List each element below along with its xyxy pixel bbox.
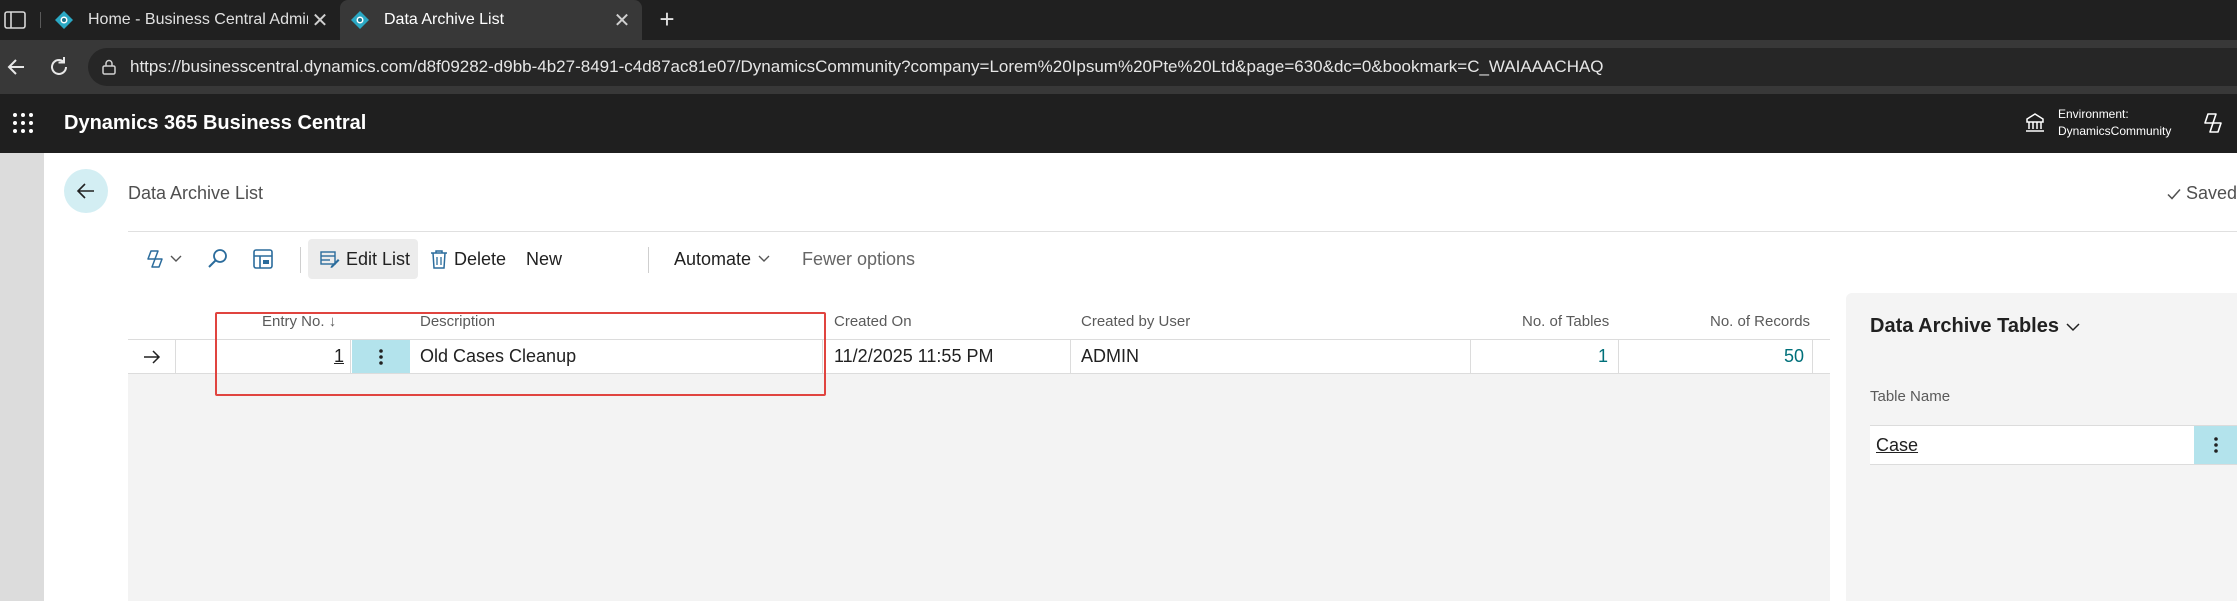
column-header-no-of-records[interactable]: No. of Records [1710, 313, 1810, 330]
url-field[interactable]: https://businesscentral.dynamics.com/d8f… [88, 48, 2237, 86]
delete-label: Delete [454, 248, 507, 269]
page-title: Data Archive List [128, 183, 264, 203]
tab-actions-icon[interactable] [4, 10, 26, 30]
checkmark-icon [2167, 188, 2181, 200]
cell-no-of-records[interactable]: 50 [1628, 340, 1804, 373]
cell-created-on[interactable]: 11/2/2025 11:55 PM [834, 340, 1064, 373]
url-text: https://businesscentral.dynamics.com/d8f… [130, 57, 1604, 76]
action-bar: Edit List Delete New Automate Fewer opti… [128, 233, 2237, 285]
back-arrow-icon[interactable] [2, 52, 32, 82]
factbox-row[interactable]: Case [1870, 425, 2237, 465]
environment-icon [2026, 113, 2044, 132]
browser-tab-strip: Home - Business Central Admin C ✕ Data A… [0, 0, 2237, 40]
close-tab-icon[interactable]: ✕ [308, 8, 332, 33]
environment-info[interactable]: Environment: DynamicsCommunity [2058, 106, 2171, 140]
tab-title: Data Archive List [384, 11, 505, 28]
factbox-data-archive-tables: Data Archive Tables Table Name Case [1846, 293, 2237, 601]
edit-list-button[interactable]: Edit List [308, 239, 418, 279]
divider [648, 247, 649, 273]
chevron-down-icon [2066, 322, 2080, 331]
tab-title: Home - Business Central Admin C [88, 11, 308, 28]
tab-data-archive-list[interactable]: Data Archive List ✕ [340, 0, 642, 40]
automate-menu-button[interactable]: Automate [674, 239, 774, 279]
address-bar: https://businesscentral.dynamics.com/d8f… [0, 40, 2237, 94]
fewer-options-button[interactable]: Fewer options [802, 239, 922, 279]
analysis-mode-button[interactable] [252, 239, 282, 279]
factbox-row-actions-menu[interactable] [2194, 426, 2237, 464]
tab-home-admin[interactable]: Home - Business Central Admin C ✕ [44, 0, 340, 40]
highlight-box [215, 312, 826, 396]
business-central-favicon-icon [351, 11, 369, 29]
edit-list-icon [320, 251, 340, 268]
new-button[interactable]: New [526, 239, 566, 279]
cell-divider [1812, 340, 1813, 373]
factbox-title-label: Data Archive Tables [1870, 315, 2059, 337]
factbox-column-header[interactable]: Table Name [1870, 388, 1950, 405]
edit-list-label: Edit List [346, 248, 411, 269]
copilot-suggestions-button[interactable] [144, 239, 188, 279]
environment-label: Environment: [2058, 107, 2129, 121]
back-arrow-icon [76, 183, 94, 199]
more-options-icon [2213, 437, 2218, 453]
divider [300, 247, 301, 273]
copilot-icon [147, 250, 163, 268]
cell-divider [1070, 340, 1071, 373]
chevron-down-icon [170, 255, 182, 262]
app-launcher-icon[interactable] [12, 112, 34, 134]
cell-created-by[interactable]: ADMIN [1081, 340, 1301, 373]
page-back-button[interactable] [64, 169, 108, 213]
factbox-title[interactable]: Data Archive Tables [1870, 315, 2081, 338]
column-header-no-of-tables[interactable]: No. of Tables [1522, 313, 1609, 330]
search-icon [208, 249, 227, 268]
app-bar: Dynamics 365 Business Central Environmen… [0, 94, 2237, 153]
environment-name: DynamicsCommunity [2058, 124, 2172, 138]
row-selector[interactable] [128, 340, 176, 373]
new-label: New [526, 248, 563, 269]
saved-status: Saved [2166, 183, 2237, 204]
business-central-favicon-icon [55, 11, 73, 29]
trash-icon [431, 250, 447, 269]
copilot-icon[interactable] [2200, 110, 2226, 136]
chevron-down-icon [758, 255, 770, 262]
fewer-options-label: Fewer options [802, 248, 916, 269]
saved-label: Saved [2186, 183, 2237, 203]
analysis-mode-icon [253, 249, 273, 269]
row-arrow-icon [143, 349, 160, 364]
cell-divider [1470, 340, 1471, 373]
table-name-link[interactable]: Case [1876, 426, 1918, 464]
column-header-created-by[interactable]: Created by User [1081, 313, 1190, 330]
search-button[interactable] [206, 239, 236, 279]
cell-no-of-tables[interactable]: 1 [1478, 340, 1608, 373]
automate-label: Automate [674, 248, 752, 269]
app-name[interactable]: Dynamics 365 Business Central [64, 112, 366, 135]
new-tab-button[interactable]: + [652, 4, 682, 34]
factbox-gap [1830, 293, 1846, 601]
left-gutter [0, 153, 44, 601]
refresh-icon[interactable] [44, 52, 74, 82]
cell-divider [1618, 340, 1619, 373]
site-info-lock-icon[interactable] [100, 58, 118, 76]
delete-button[interactable]: Delete [430, 239, 510, 279]
divider [128, 231, 2237, 232]
column-header-created-on[interactable]: Created On [834, 313, 912, 330]
tab-divider [40, 12, 41, 28]
close-tab-icon[interactable]: ✕ [610, 8, 634, 33]
